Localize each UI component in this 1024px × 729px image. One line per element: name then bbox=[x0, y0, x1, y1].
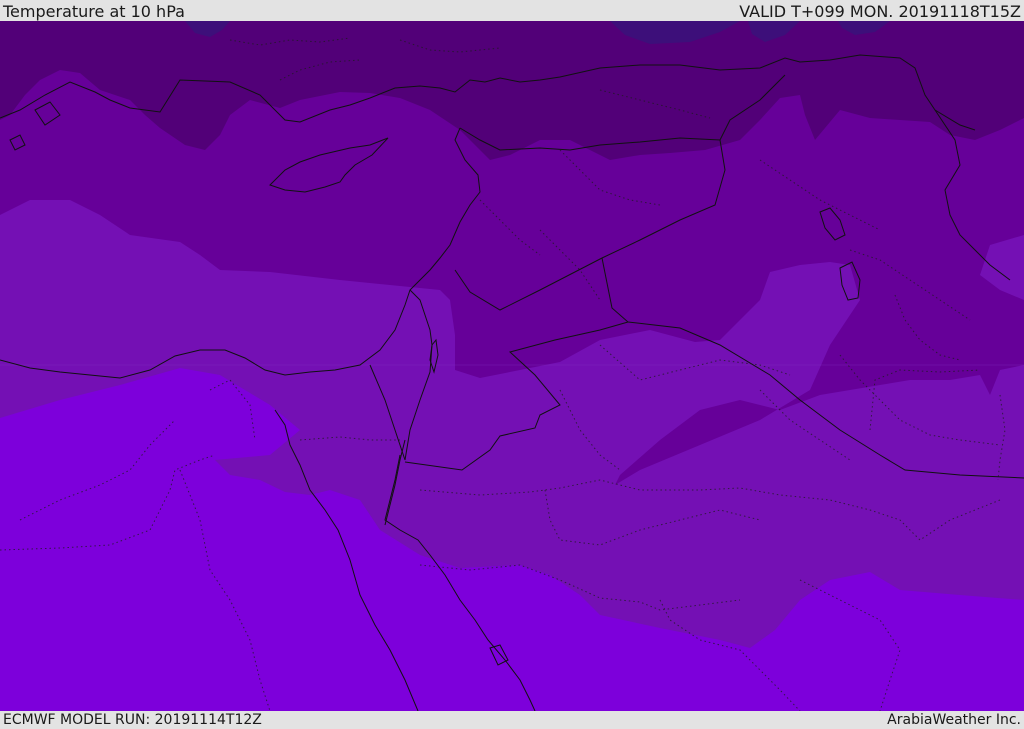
map-title: Temperature at 10 hPa bbox=[3, 2, 185, 21]
valid-time: VALID T+099 MON. 20191118T15Z bbox=[739, 2, 1021, 21]
model-run-label: ECMWF MODEL RUN: 20191114T12Z bbox=[3, 712, 262, 728]
header-bar: Temperature at 10 hPa VALID T+099 MON. 2… bbox=[0, 0, 1024, 21]
footer-bar: ECMWF MODEL RUN: 20191114T12Z ArabiaWeat… bbox=[0, 711, 1024, 729]
temperature-map[interactable] bbox=[0, 21, 1024, 711]
credit-label: ArabiaWeather Inc. bbox=[887, 712, 1021, 728]
